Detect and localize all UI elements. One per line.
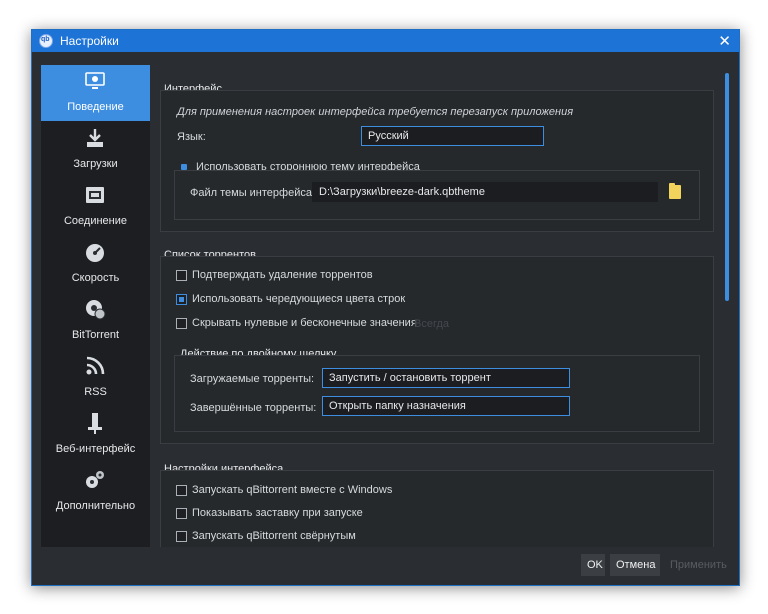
download-icon (87, 129, 103, 147)
sidebar-item-label: Соединение (63, 215, 128, 227)
folder-icon[interactable] (669, 183, 681, 199)
monitor-gear-icon (85, 72, 105, 89)
language-select[interactable]: Русский (361, 126, 544, 146)
rss-icon (86, 356, 105, 375)
apply-button[interactable]: Применить (664, 554, 727, 576)
sidebar-item-advanced[interactable]: Дополнительно (41, 464, 150, 520)
sidebar-item-speed[interactable]: Скорость (41, 236, 150, 292)
gears-icon (86, 471, 104, 488)
sidebar-item-downloads[interactable]: Загрузки (41, 122, 150, 178)
sidebar-item-connection[interactable]: Соединение (41, 179, 150, 235)
theme-file-label: Файл темы интерфейса: (190, 187, 316, 199)
show-splash-checkbox[interactable] (176, 508, 187, 519)
close-button[interactable]: ✕ (718, 32, 731, 50)
alt-row-colors-checkbox[interactable] (176, 294, 187, 305)
theme-file-input[interactable]: D:\Загрузки\breeze-dark.qbtheme (312, 182, 658, 202)
sidebar-item-label: Веб-интерфейс (55, 443, 136, 455)
sidebar-item-rss[interactable]: RSS (41, 350, 150, 406)
start-with-windows-label: Запускать qBittorrent вместе с Windows (192, 484, 393, 496)
ok-button[interactable]: OK (581, 554, 605, 576)
network-icon (86, 187, 104, 203)
sidebar-item-bittorrent[interactable]: BitTorrent (41, 293, 150, 349)
start-with-windows-checkbox[interactable] (176, 485, 187, 496)
language-label: Язык: (177, 131, 206, 143)
alt-row-colors-label: Использовать чередующиеся цвета строк (192, 293, 406, 305)
completed-torrents-label: Завершённые торренты: (190, 402, 317, 414)
sidebar-item-label: Дополнительно (55, 500, 136, 512)
sidebar-item-label: RSS (84, 386, 107, 398)
hide-zero-select: Всегда (414, 318, 450, 330)
sidebar-item-label: Поведение (67, 101, 124, 113)
confirm-delete-label: Подтверждать удаление торрентов (192, 269, 373, 281)
scrollbar-thumb[interactable] (725, 73, 729, 301)
sidebar-item-behavior[interactable]: Поведение (41, 65, 150, 121)
confirm-delete-checkbox[interactable] (176, 270, 187, 281)
window-title: Настройки (60, 34, 119, 48)
restart-hint: Для применения настроек интерфейса требу… (177, 106, 574, 118)
settings-content: Интерфейс Для применения настроек интерф… (152, 65, 724, 547)
start-minimized-label: Запускать qBittorrent свёрнутым (192, 530, 356, 542)
sidebar-item-label: Загрузки (73, 158, 118, 170)
sidebar-item-webui[interactable]: Веб-интерфейс (41, 407, 150, 463)
completed-action-select[interactable]: Открыть папку назначения (322, 396, 570, 416)
settings-window: Настройки ✕ Поведение Загрузки (31, 29, 740, 586)
qbittorrent-logo-icon (39, 34, 53, 48)
gear-globe-icon (86, 300, 106, 320)
scrollbar[interactable] (724, 65, 732, 547)
start-minimized-checkbox[interactable] (176, 531, 187, 542)
sidebar-item-label: Скорость (71, 272, 120, 284)
web-ui-icon (88, 413, 102, 434)
show-splash-label: Показывать заставку при запуске (192, 507, 363, 519)
downloading-torrents-label: Загружаемые торренты: (190, 373, 315, 385)
sidebar-item-label: BitTorrent (71, 329, 120, 341)
hide-zero-checkbox[interactable] (176, 318, 187, 329)
title-bar: Настройки ✕ (32, 30, 739, 52)
cancel-button[interactable]: Отмена (610, 554, 660, 576)
sidebar: Поведение Загрузки Соединение Скорость B… (41, 65, 150, 547)
double-click-group (174, 355, 700, 432)
hide-zero-label: Скрывать нулевые и бесконечные значения (192, 317, 417, 329)
downloading-action-select[interactable]: Запустить / остановить торрент (322, 368, 570, 388)
speedometer-icon (86, 244, 104, 262)
